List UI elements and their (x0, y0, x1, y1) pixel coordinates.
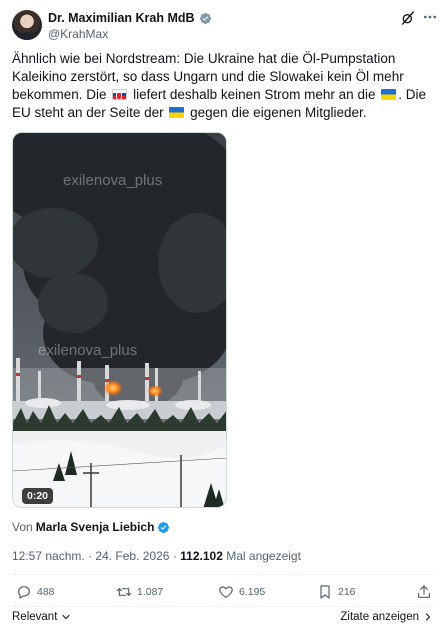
ukraine-flag-icon (381, 89, 397, 100)
sort-label: Relevant (12, 611, 58, 623)
tweet: Dr. Maximilian Krah MdB @KrahMax Ähnlich… (0, 0, 446, 633)
action-bar: 488 1.087 6.195 216 (12, 584, 436, 604)
author-name-row[interactable]: Dr. Maximilian Krah MdB (48, 11, 212, 25)
author-handle[interactable]: @KrahMax (48, 27, 108, 41)
bookmark-icon (320, 585, 330, 599)
bookmark-button[interactable]: 216 (317, 584, 356, 600)
views-label: Mal angezeigt (226, 549, 301, 563)
divider (12, 574, 434, 575)
views-count: 112.102 (180, 549, 223, 563)
tweet-date[interactable]: 24. Feb. 2026 (95, 549, 169, 563)
watermark-1: exilenova_plus (63, 172, 162, 189)
tweet-meta: 12:57 nachm. · 24. Feb. 2026 · 112.102 M… (12, 549, 301, 563)
reply-button[interactable]: 488 (16, 584, 55, 600)
repost-icon (116, 588, 132, 596)
reply-icon (18, 586, 30, 599)
author-display-name[interactable]: Dr. Maximilian Krah MdB (48, 11, 195, 25)
tweet-text-part-2: liefert deshalb keinen Strom mehr an die (133, 87, 376, 102)
verified-badge-icon (199, 12, 211, 24)
like-count: 6.195 (239, 586, 266, 598)
repost-button[interactable]: 1.087 (116, 584, 163, 600)
tweet-time[interactable]: 12:57 nachm. (12, 549, 85, 563)
repost-count: 1.087 (137, 586, 164, 598)
meta-separator: · (88, 549, 93, 563)
video-frame: exilenova_plus exilenova_plus (13, 133, 226, 507)
meta-separator: · (172, 549, 177, 563)
like-button[interactable]: 6.195 (218, 584, 265, 600)
tweet-text-part-4: gegen die eigenen Mitglieder. (190, 105, 367, 120)
reply-count: 488 (37, 586, 55, 598)
watermark-2: exilenova_plus (38, 342, 137, 359)
divider (12, 606, 434, 607)
tweet-text: Ähnlich wie bei Nordstream: Die Ukraine … (12, 50, 436, 122)
attribution-author-link[interactable]: Marla Svenja Liebich (36, 520, 155, 534)
share-button[interactable] (416, 584, 432, 600)
bookmark-count: 216 (338, 586, 356, 598)
attribution-prefix: Von (12, 520, 33, 534)
heart-icon (219, 586, 233, 598)
share-icon (418, 585, 430, 598)
sort-replies-dropdown[interactable]: Relevant (12, 611, 72, 623)
video-duration-badge: 0:20 (22, 488, 54, 504)
chevron-down-icon (62, 614, 70, 620)
video-attribution: Von Marla Svenja Liebich (12, 520, 170, 534)
more-options-icon[interactable] (422, 9, 438, 25)
verified-badge-icon (158, 521, 170, 533)
chevron-right-icon (425, 613, 431, 621)
avatar[interactable] (12, 10, 42, 40)
view-quotes-label: Zitate anzeigen (340, 611, 419, 623)
ukraine-flag-icon (169, 107, 185, 118)
view-quotes-link[interactable]: Zitate anzeigen (340, 611, 434, 623)
slovakia-flag-icon (112, 89, 128, 100)
grok-icon[interactable] (400, 10, 416, 26)
video-player[interactable]: exilenova_plus exilenova_plus (12, 132, 227, 508)
